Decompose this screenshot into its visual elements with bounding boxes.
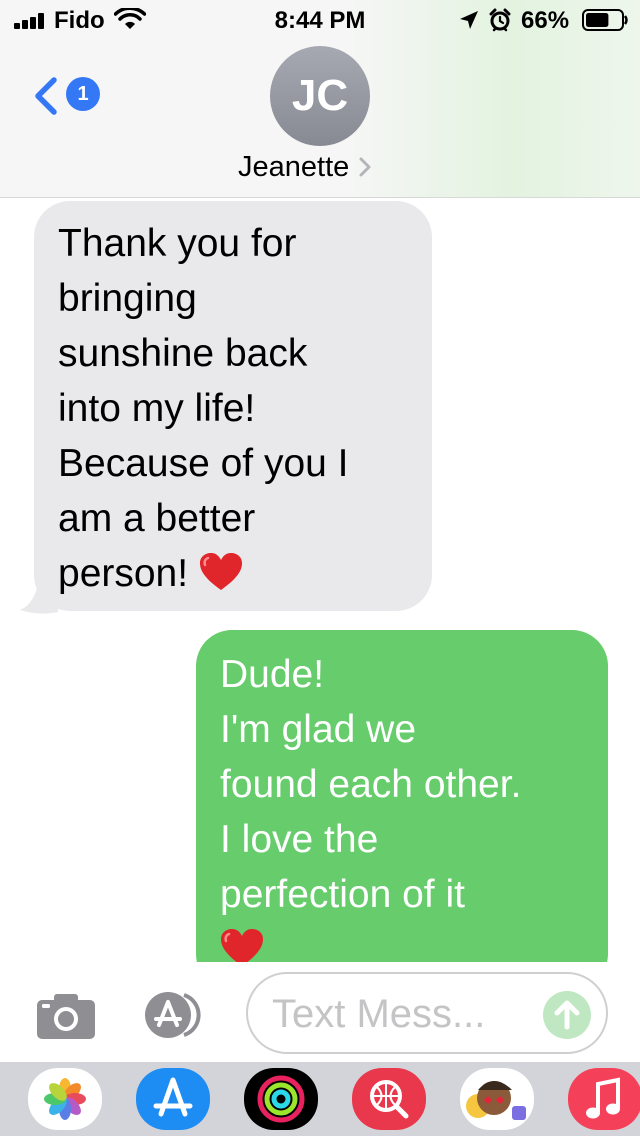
contact-name: Jeanette	[238, 150, 350, 183]
message-input[interactable]	[272, 986, 542, 1042]
chevron-right-icon	[359, 157, 371, 177]
navigation-header: Fido 8:44 PM 66% 1 JC Jeanette	[0, 0, 640, 198]
unread-count-badge: 1	[66, 77, 100, 111]
status-bar: Fido 8:44 PM 66%	[0, 0, 640, 40]
battery-icon	[582, 9, 628, 31]
send-arrow-icon[interactable]	[543, 991, 591, 1039]
message-text: Thank you for bringing sunshine back int…	[58, 222, 349, 595]
message-text-field[interactable]	[246, 972, 608, 1054]
message-text: Dude! I'm glad we found each other. I lo…	[220, 653, 522, 916]
location-arrow-icon	[460, 11, 478, 29]
back-button[interactable]: 1	[30, 74, 102, 118]
message-input-bar	[0, 962, 640, 1062]
music-icon[interactable]	[568, 1068, 640, 1130]
app-drawer	[0, 1062, 640, 1136]
web-search-icon[interactable]	[352, 1068, 426, 1130]
app-store-icon[interactable]	[138, 989, 214, 1041]
contact-avatar[interactable]: JC	[270, 46, 370, 146]
battery-percentage: 66%	[521, 7, 570, 34]
contact-name-button[interactable]: Jeanette	[238, 150, 373, 184]
photos-icon[interactable]	[28, 1068, 102, 1130]
camera-icon[interactable]	[36, 992, 96, 1040]
outgoing-message-bubble[interactable]: Dude! I'm glad we found each other. I lo…	[196, 630, 608, 962]
conversation-view[interactable]: Thank you for bringing sunshine back int…	[0, 198, 640, 962]
memoji-icon[interactable]	[460, 1068, 534, 1130]
activity-icon[interactable]	[244, 1068, 318, 1130]
red-heart-icon	[221, 929, 263, 962]
app-store-icon[interactable]	[136, 1068, 210, 1130]
incoming-message-bubble[interactable]: Thank you for bringing sunshine back int…	[34, 201, 432, 611]
red-heart-icon	[199, 553, 242, 590]
alarm-icon	[489, 8, 511, 32]
back-chevron-icon	[35, 77, 57, 115]
